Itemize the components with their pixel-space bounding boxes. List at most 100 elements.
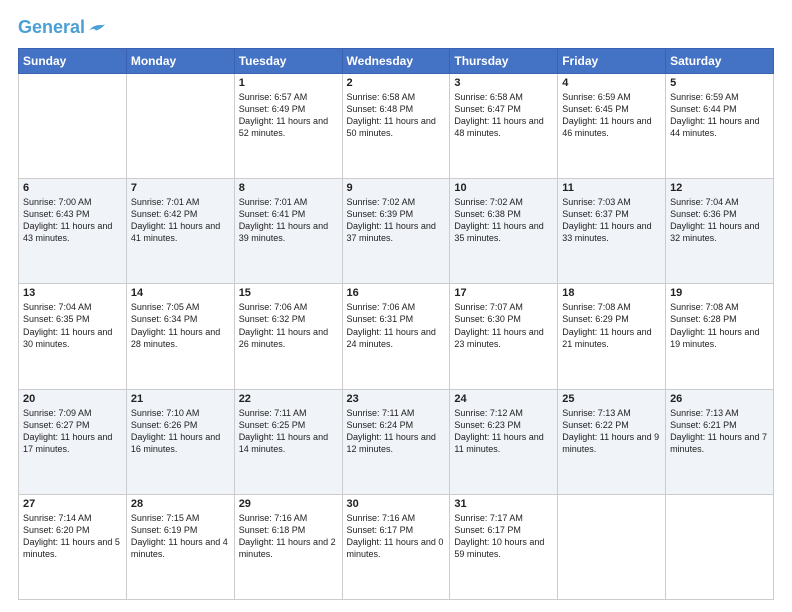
day-number: 17 [454,287,553,299]
calendar-cell: 5Sunrise: 6:59 AM Sunset: 6:44 PM Daylig… [666,73,774,178]
calendar-cell: 29 Sunrise: 7:16 AM Sunset: 6:18 PM Dayli… [234,494,342,599]
day-header-thursday: Thursday [450,48,558,73]
calendar-week-5: 27Sunrise: 7:14 AM Sunset: 6:20 PM Dayli… [19,494,774,599]
day-number: 29 [239,498,338,510]
day-number: 12 [670,182,769,194]
cell-content: Sunrise: 7:11 AM Sunset: 6:24 PM Dayligh… [347,407,446,456]
calendar-cell: 4 Sunrise: 6:59 AM Sunset: 6:45 PM Daylig… [558,73,666,178]
day-number: 16 [347,287,446,299]
calendar-cell: 28 Sunrise: 7:15 AM Sunset: 6:19 PM Dayli… [126,494,234,599]
day-number: 2 [347,77,446,89]
day-number: 30 [347,498,446,510]
calendar-cell: 8 Sunrise: 7:01 AM Sunset: 6:41 PM Daylig… [234,179,342,284]
cell-content: Sunrise: 7:05 AM Sunset: 6:34 PM Dayligh… [131,301,230,350]
day-number: 26 [670,393,769,405]
day-header-sunday: Sunday [19,48,127,73]
calendar-cell: 25 Sunrise: 7:13 AM Sunset: 6:22 PM Dayli… [558,389,666,494]
calendar-week-4: 20 Sunrise: 7:09 AM Sunset: 6:27 PM Dayli… [19,389,774,494]
calendar-cell: 14 Sunrise: 7:05 AM Sunset: 6:34 PM Dayli… [126,284,234,389]
day-header-monday: Monday [126,48,234,73]
day-number: 20 [23,393,122,405]
cell-content: Sunrise: 7:11 AM Sunset: 6:25 PM Dayligh… [239,407,338,456]
cell-content: Sunrise: 7:13 AM Sunset: 6:22 PM Dayligh… [562,407,661,456]
calendar-cell: 15Sunrise: 7:06 AM Sunset: 6:32 PM Dayli… [234,284,342,389]
calendar-cell [666,494,774,599]
day-number: 8 [239,182,338,194]
day-number: 14 [131,287,230,299]
day-number: 9 [347,182,446,194]
day-number: 27 [23,498,122,510]
calendar-cell: 11Sunrise: 7:03 AM Sunset: 6:37 PM Dayli… [558,179,666,284]
calendar-cell [558,494,666,599]
cell-content: Sunrise: 7:10 AM Sunset: 6:26 PM Dayligh… [131,407,230,456]
day-number: 11 [562,182,661,194]
day-number: 23 [347,393,446,405]
calendar-cell: 31 Sunrise: 7:17 AM Sunset: 6:17 PM Dayli… [450,494,558,599]
calendar-cell: 22 Sunrise: 7:11 AM Sunset: 6:25 PM Dayli… [234,389,342,494]
calendar-cell [19,73,127,178]
day-header-wednesday: Wednesday [342,48,450,73]
cell-content: Sunrise: 7:17 AM Sunset: 6:17 PM Dayligh… [454,512,553,561]
cell-content: Sunrise: 7:06 AM Sunset: 6:31 PM Dayligh… [347,301,446,350]
cell-content: Sunrise: 6:59 AM Sunset: 6:45 PM Dayligh… [562,91,661,140]
calendar-cell [126,73,234,178]
calendar-cell: 6 Sunrise: 7:00 AM Sunset: 6:43 PM Daylig… [19,179,127,284]
cell-content: Sunrise: 6:57 AM Sunset: 6:49 PM Dayligh… [239,91,338,140]
calendar-cell: 18 Sunrise: 7:08 AM Sunset: 6:29 PM Dayli… [558,284,666,389]
cell-content: Sunrise: 7:15 AM Sunset: 6:19 PM Dayligh… [131,512,230,561]
calendar-cell: 7 Sunrise: 7:01 AM Sunset: 6:42 PM Daylig… [126,179,234,284]
calendar-cell: 1 Sunrise: 6:57 AM Sunset: 6:49 PM Daylig… [234,73,342,178]
cell-content: Sunrise: 7:02 AM Sunset: 6:39 PM Dayligh… [347,196,446,245]
page: General SundayMondayTuesdayWednesdayThur… [0,0,792,612]
cell-content: Sunrise: 7:01 AM Sunset: 6:41 PM Dayligh… [239,196,338,245]
calendar-header-row: SundayMondayTuesdayWednesdayThursdayFrid… [19,48,774,73]
day-number: 1 [239,77,338,89]
calendar-week-2: 6 Sunrise: 7:00 AM Sunset: 6:43 PM Daylig… [19,179,774,284]
cell-content: Sunrise: 7:09 AM Sunset: 6:27 PM Dayligh… [23,407,122,456]
day-number: 22 [239,393,338,405]
cell-content: Sunrise: 7:04 AM Sunset: 6:36 PM Dayligh… [670,196,769,245]
day-number: 15 [239,287,338,299]
cell-content: Sunrise: 7:07 AM Sunset: 6:30 PM Dayligh… [454,301,553,350]
calendar-cell: 13 Sunrise: 7:04 AM Sunset: 6:35 PM Dayli… [19,284,127,389]
calendar-cell: 3Sunrise: 6:58 AM Sunset: 6:47 PM Daylig… [450,73,558,178]
cell-content: Sunrise: 7:13 AM Sunset: 6:21 PM Dayligh… [670,407,769,456]
cell-content: Sunrise: 7:08 AM Sunset: 6:28 PM Dayligh… [670,301,769,350]
day-number: 13 [23,287,122,299]
calendar-cell: 20 Sunrise: 7:09 AM Sunset: 6:27 PM Dayli… [19,389,127,494]
calendar-cell: 17 Sunrise: 7:07 AM Sunset: 6:30 PM Dayli… [450,284,558,389]
day-number: 6 [23,182,122,194]
day-number: 31 [454,498,553,510]
cell-content: Sunrise: 7:00 AM Sunset: 6:43 PM Dayligh… [23,196,122,245]
calendar-cell: 9 Sunrise: 7:02 AM Sunset: 6:39 PM Daylig… [342,179,450,284]
day-header-saturday: Saturday [666,48,774,73]
cell-content: Sunrise: 7:01 AM Sunset: 6:42 PM Dayligh… [131,196,230,245]
cell-content: Sunrise: 7:16 AM Sunset: 6:18 PM Dayligh… [239,512,338,561]
day-header-friday: Friday [558,48,666,73]
calendar-cell: 2Sunrise: 6:58 AM Sunset: 6:48 PM Daylig… [342,73,450,178]
calendar-week-1: 1 Sunrise: 6:57 AM Sunset: 6:49 PM Daylig… [19,73,774,178]
cell-content: Sunrise: 7:12 AM Sunset: 6:23 PM Dayligh… [454,407,553,456]
cell-content: Sunrise: 7:04 AM Sunset: 6:35 PM Dayligh… [23,301,122,350]
day-number: 4 [562,77,661,89]
header: General [18,18,774,38]
calendar-week-3: 13 Sunrise: 7:04 AM Sunset: 6:35 PM Dayli… [19,284,774,389]
cell-content: Sunrise: 7:02 AM Sunset: 6:38 PM Dayligh… [454,196,553,245]
cell-content: Sunrise: 7:08 AM Sunset: 6:29 PM Dayligh… [562,301,661,350]
logo-general: General [18,17,85,37]
logo-bird-icon [87,21,105,35]
day-number: 28 [131,498,230,510]
cell-content: Sunrise: 7:16 AM Sunset: 6:17 PM Dayligh… [347,512,446,561]
cell-content: Sunrise: 6:59 AM Sunset: 6:44 PM Dayligh… [670,91,769,140]
calendar-cell: 19Sunrise: 7:08 AM Sunset: 6:28 PM Dayli… [666,284,774,389]
calendar-cell: 30 Sunrise: 7:16 AM Sunset: 6:17 PM Dayli… [342,494,450,599]
calendar-cell: 26 Sunrise: 7:13 AM Sunset: 6:21 PM Dayli… [666,389,774,494]
day-number: 18 [562,287,661,299]
calendar-cell: 21Sunrise: 7:10 AM Sunset: 6:26 PM Dayli… [126,389,234,494]
calendar-cell: 23 Sunrise: 7:11 AM Sunset: 6:24 PM Dayli… [342,389,450,494]
day-number: 7 [131,182,230,194]
calendar-cell: 16 Sunrise: 7:06 AM Sunset: 6:31 PM Dayli… [342,284,450,389]
day-header-tuesday: Tuesday [234,48,342,73]
calendar-cell: 12 Sunrise: 7:04 AM Sunset: 6:36 PM Dayli… [666,179,774,284]
day-number: 25 [562,393,661,405]
